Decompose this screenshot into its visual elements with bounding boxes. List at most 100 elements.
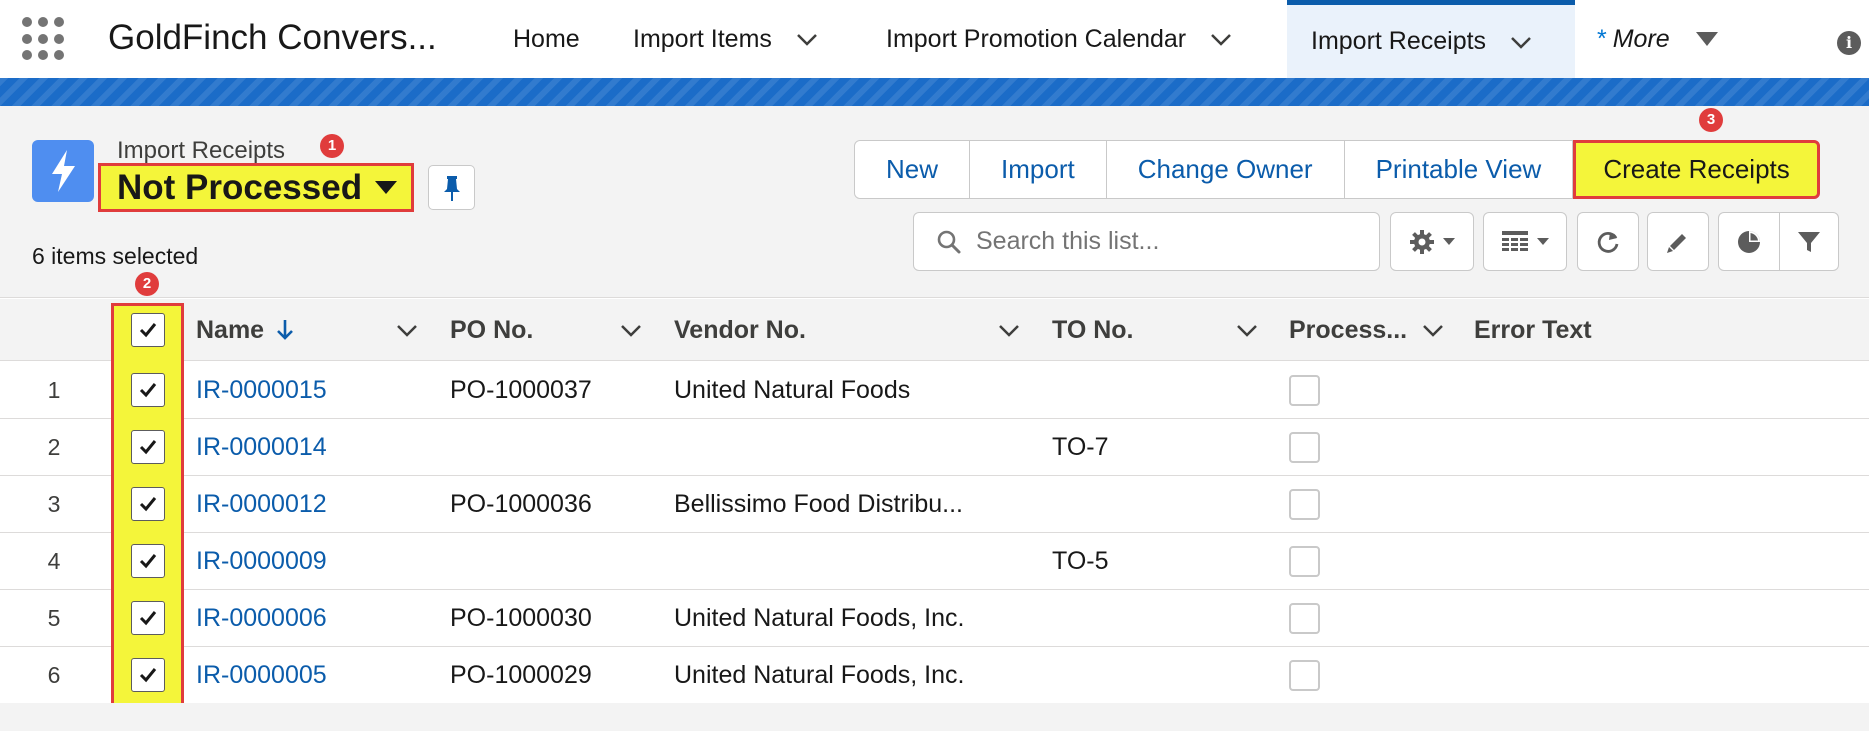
nav-tab-import-items[interactable]: Import Items [633, 0, 820, 78]
chevron-down-icon[interactable] [618, 317, 644, 343]
caret-down-icon [1695, 32, 1718, 46]
checkmark-icon [139, 554, 157, 569]
column-header-name[interactable]: Name [196, 299, 296, 361]
change-owner-button[interactable]: Change Owner [1106, 141, 1345, 198]
row-select-checkbox[interactable] [131, 373, 165, 407]
chevron-down-icon[interactable] [1234, 317, 1260, 343]
record-name-link[interactable]: IR-0000005 [196, 647, 327, 704]
row-number: 5 [47, 605, 61, 631]
record-name-link[interactable]: IR-0000015 [196, 362, 327, 419]
to-no-cell: TO-7 [1052, 433, 1109, 461]
app-launcher-icon[interactable] [22, 17, 66, 61]
nav-tab-import-receipts[interactable]: Import Receipts [1287, 0, 1575, 78]
select-all-checkbox[interactable] [131, 313, 165, 347]
checkmark-icon [139, 497, 157, 512]
list-view-name: Not Processed [117, 167, 363, 207]
search-input[interactable] [976, 227, 1356, 256]
nav-tab-label: Import Receipts [1311, 27, 1487, 55]
annotation-badge-3: 3 [1699, 108, 1723, 132]
refresh-button[interactable] [1577, 212, 1639, 271]
column-label: Vendor No. [674, 315, 806, 344]
create-receipts-button[interactable]: Create Receipts [1573, 140, 1820, 199]
search-icon [937, 230, 961, 253]
import-button[interactable]: Import [970, 141, 1107, 198]
list-actions: New Import Change Owner Printable View C… [854, 140, 1820, 199]
annotation-badge-1: 1 [320, 134, 344, 158]
processed-checkbox [1289, 489, 1320, 520]
search-box [913, 212, 1380, 271]
nav-tab-import-promotion-calendar[interactable]: Import Promotion Calendar [886, 0, 1234, 78]
items-selected-count: 6 items selected [32, 243, 199, 269]
chart-icon [1738, 230, 1760, 253]
column-header-vendor-no[interactable]: Vendor No. [674, 299, 806, 361]
record-name-link[interactable]: IR-0000014 [196, 419, 327, 476]
object-icon [32, 140, 94, 202]
chevron-down-icon[interactable] [996, 317, 1022, 343]
table-row: 3 IR-0000012 PO-1000036 Bellissimo Food Dis… [0, 476, 1869, 533]
caret-down-icon [375, 181, 397, 194]
sort-arrow-down-icon [277, 320, 294, 340]
row-select-checkbox[interactable] [131, 544, 165, 578]
printable-view-button[interactable]: Printable View [1344, 141, 1574, 198]
column-header-po-no[interactable]: PO No. [450, 299, 533, 361]
column-label: PO No. [450, 315, 534, 344]
chevron-down-icon[interactable] [394, 317, 420, 343]
column-header-processed[interactable]: Process... [1289, 299, 1407, 361]
row-number: 3 [47, 491, 61, 517]
brand-band [0, 78, 1869, 106]
po-no-cell: PO-1000030 [450, 604, 592, 632]
processed-checkbox [1289, 375, 1320, 406]
app-name: GoldFinch Convers... [108, 18, 437, 57]
display-as-button[interactable] [1483, 212, 1567, 271]
object-label: Import Receipts [117, 137, 286, 164]
chevron-down-icon[interactable] [1508, 29, 1534, 55]
record-name-link[interactable]: IR-0000006 [196, 590, 327, 647]
column-label: TO No. [1052, 315, 1134, 344]
nav-tab-label: Import Promotion Calendar [886, 24, 1187, 53]
nav-tab-label: Import Items [633, 24, 772, 53]
lightning-icon [52, 150, 75, 192]
vendor-no-cell: United Natural Foods [674, 376, 911, 404]
row-select-checkbox[interactable] [131, 487, 165, 521]
vendor-no-cell: Bellissimo Food Distribu... [674, 490, 963, 518]
table-row: 1 IR-0000015 PO-1000037 United Natural Food… [0, 362, 1869, 419]
new-button[interactable]: New [855, 141, 971, 198]
more-label: More [1612, 24, 1670, 53]
processed-checkbox [1289, 603, 1320, 634]
column-header-to-no[interactable]: TO No. [1052, 299, 1133, 361]
table-row: 5 IR-0000006 PO-1000030 United Natural Food… [0, 590, 1869, 647]
nav-tab-label: Home [513, 24, 580, 53]
row-select-checkbox[interactable] [131, 658, 165, 692]
to-no-cell: TO-5 [1052, 547, 1109, 575]
gear-icon [1410, 229, 1434, 254]
record-name-link[interactable]: IR-0000009 [196, 533, 327, 590]
vendor-no-cell: United Natural Foods, Inc. [674, 661, 965, 689]
table-header-row: Name PO No. Vendor No. TO No. Process...… [0, 299, 1869, 361]
pin-button[interactable] [428, 165, 475, 210]
annotation-badge-2: 2 [135, 272, 159, 296]
chevron-down-icon[interactable] [1420, 317, 1446, 343]
table-row: 6 IR-0000005 PO-1000029 United Natural Food… [0, 647, 1869, 704]
row-number: 2 [47, 434, 61, 460]
list-view-selector[interactable]: Not Processed [98, 163, 414, 212]
row-select-checkbox[interactable] [131, 430, 165, 464]
table-footer-space [0, 703, 1869, 731]
column-header-error-text[interactable]: Error Text [1474, 299, 1592, 361]
chevron-down-icon[interactable] [1208, 26, 1234, 52]
table-row: 2 IR-0000014 TO-7 [0, 419, 1869, 476]
nav-tab-home[interactable]: Home [513, 0, 580, 78]
filter-button[interactable] [1780, 212, 1839, 271]
nav-more-menu[interactable]: * More [1597, 0, 1718, 78]
refresh-icon [1597, 231, 1619, 253]
chevron-down-icon[interactable] [794, 26, 820, 52]
row-select-checkbox[interactable] [131, 601, 165, 635]
vendor-no-cell: United Natural Foods, Inc. [674, 604, 965, 632]
checkmark-icon [139, 611, 157, 626]
list-settings-button[interactable] [1390, 212, 1474, 271]
charts-button[interactable] [1718, 212, 1780, 271]
record-name-link[interactable]: IR-0000012 [196, 476, 327, 533]
edit-button[interactable] [1647, 212, 1709, 271]
processed-checkbox [1289, 660, 1320, 691]
info-icon[interactable]: i [1837, 31, 1861, 55]
table-row: 4 IR-0000009 TO-5 [0, 533, 1869, 590]
